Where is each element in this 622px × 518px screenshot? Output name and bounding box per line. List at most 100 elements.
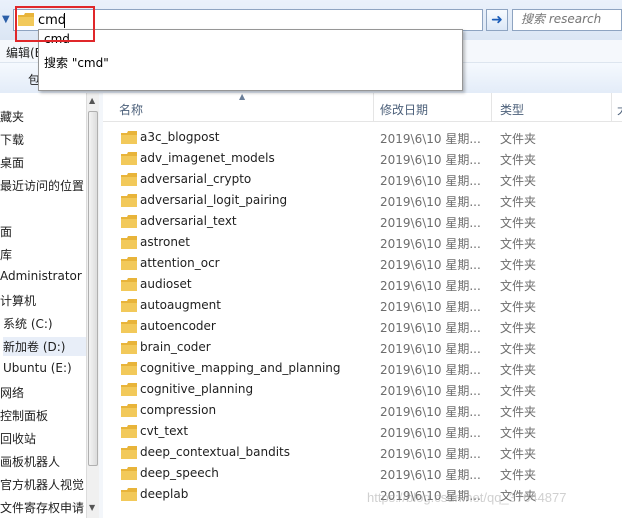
- sidebar-item-recycle-bin[interactable]: 回收站: [0, 430, 36, 447]
- history-dropdown-icon[interactable]: ▼: [2, 14, 12, 26]
- folder-icon: [121, 299, 137, 312]
- table-row[interactable]: brain_coder 2019\6\10 星期... 文件夹: [103, 337, 622, 358]
- table-row[interactable]: audioset 2019\6\10 星期... 文件夹: [103, 274, 622, 295]
- table-row[interactable]: compression 2019\6\10 星期... 文件夹: [103, 400, 622, 421]
- column-separator[interactable]: [491, 93, 492, 121]
- sidebar-item-network[interactable]: 网络: [0, 384, 24, 401]
- sidebar-item-drive-e[interactable]: Ubuntu (E:): [3, 361, 72, 375]
- column-date[interactable]: 修改日期: [380, 101, 428, 118]
- sidebar-item-favorites[interactable]: 藏夹: [0, 108, 24, 125]
- sidebar-item-computer[interactable]: 计算机: [0, 292, 36, 309]
- autocomplete-dropdown: cmd 搜索 "cmd": [38, 29, 463, 91]
- folder-icon: [121, 173, 137, 186]
- table-row[interactable]: adversarial_logit_pairing 2019\6\10 星期...…: [103, 190, 622, 211]
- file-type: 文件夹: [500, 405, 537, 419]
- sidebar-item-recent[interactable]: 最近访问的位置: [0, 177, 84, 194]
- table-row[interactable]: attention_ocr 2019\6\10 星期... 文件夹: [103, 253, 622, 274]
- file-name[interactable]: brain_coder: [140, 340, 211, 354]
- folder-icon: [121, 467, 137, 480]
- file-name[interactable]: a3c_blogpost: [140, 130, 219, 144]
- sidebar-item-downloads[interactable]: 下载: [0, 131, 24, 148]
- file-name[interactable]: audioset: [140, 277, 192, 291]
- table-row[interactable]: cognitive_planning 2019\6\10 星期... 文件夹: [103, 379, 622, 400]
- table-row[interactable]: autoaugment 2019\6\10 星期... 文件夹: [103, 295, 622, 316]
- file-name[interactable]: adversarial_text: [140, 214, 237, 228]
- sidebar-item-administrator[interactable]: Administrator: [0, 269, 82, 283]
- folder-icon: [121, 257, 137, 270]
- file-date: 2019\6\10 星期...: [380, 405, 481, 419]
- file-type: 文件夹: [500, 258, 537, 272]
- file-date: 2019\6\10 星期...: [380, 258, 481, 272]
- sidebar-item-drive-d[interactable]: 新加卷 (D:): [3, 337, 86, 356]
- scrollbar-thumb[interactable]: [88, 111, 98, 466]
- sidebar-item-file-application[interactable]: 文件寄存权申请: [0, 499, 84, 516]
- sidebar-item-drive-c[interactable]: 系统 (C:): [3, 315, 53, 332]
- go-button[interactable]: ➜: [486, 9, 508, 31]
- sidebar-item-robot-vision[interactable]: 官方机器人视觉: [0, 476, 84, 493]
- scroll-down-icon[interactable]: ▼: [89, 503, 95, 512]
- folder-icon: [121, 236, 137, 249]
- table-row[interactable]: deep_contextual_bandits 2019\6\10 星期... 文件…: [103, 442, 622, 463]
- file-type: 文件夹: [500, 237, 537, 251]
- table-row[interactable]: adversarial_text 2019\6\10 星期... 文件夹: [103, 211, 622, 232]
- file-name[interactable]: cognitive_planning: [140, 382, 253, 396]
- file-name[interactable]: cvt_text: [140, 424, 188, 438]
- column-separator[interactable]: [611, 93, 612, 121]
- file-date: 2019\6\10 星期...: [380, 300, 481, 314]
- highlight-box: [15, 6, 95, 42]
- table-row[interactable]: cvt_text 2019\6\10 星期... 文件夹: [103, 421, 622, 442]
- file-date: 2019\6\10 星期...: [380, 216, 481, 230]
- sidebar-item-drawing-robot[interactable]: 画板机器人: [0, 453, 60, 470]
- folder-icon: [121, 425, 137, 438]
- file-name[interactable]: attention_ocr: [140, 256, 220, 270]
- file-name[interactable]: compression: [140, 403, 216, 417]
- column-name[interactable]: 名称: [119, 101, 143, 118]
- sidebar-scrollbar[interactable]: ▲ ▼: [86, 93, 99, 518]
- table-row[interactable]: adv_imagenet_models 2019\6\10 星期... 文件夹: [103, 148, 622, 169]
- folder-icon: [121, 362, 137, 375]
- file-name[interactable]: deep_speech: [140, 466, 219, 480]
- file-name[interactable]: adversarial_logit_pairing: [140, 193, 287, 207]
- column-size[interactable]: 大: [617, 101, 622, 118]
- file-date: 2019\6\10 星期...: [380, 447, 481, 461]
- file-type: 文件夹: [500, 132, 537, 146]
- search-input[interactable]: [513, 10, 621, 28]
- file-type: 文件夹: [500, 363, 537, 377]
- file-name[interactable]: autoencoder: [140, 319, 216, 333]
- file-date: 2019\6\10 星期...: [380, 468, 481, 482]
- file-date: 2019\6\10 星期...: [380, 132, 481, 146]
- file-name[interactable]: adversarial_crypto: [140, 172, 251, 186]
- column-separator[interactable]: [373, 93, 374, 121]
- file-name[interactable]: deep_contextual_bandits: [140, 445, 290, 459]
- file-name[interactable]: cognitive_mapping_and_planning: [140, 361, 341, 375]
- table-row[interactable]: deep_speech 2019\6\10 星期... 文件夹: [103, 463, 622, 484]
- search-box[interactable]: [512, 9, 622, 31]
- file-type: 文件夹: [500, 321, 537, 335]
- sidebar-item-desktop-root[interactable]: 面: [0, 223, 12, 240]
- file-date: 2019\6\10 星期...: [380, 384, 481, 398]
- sidebar-item-libraries[interactable]: 库: [0, 246, 12, 263]
- folder-icon: [121, 152, 137, 165]
- file-date: 2019\6\10 星期...: [380, 321, 481, 335]
- file-name[interactable]: adv_imagenet_models: [140, 151, 275, 165]
- file-date: 2019\6\10 星期...: [380, 237, 481, 251]
- folder-icon: [121, 404, 137, 417]
- sidebar-item-control-panel[interactable]: 控制面板: [0, 407, 48, 424]
- file-type: 文件夹: [500, 174, 537, 188]
- column-type[interactable]: 类型: [500, 101, 524, 118]
- sidebar-item-desktop[interactable]: 桌面: [0, 154, 24, 171]
- folder-icon: [121, 341, 137, 354]
- file-type: 文件夹: [500, 342, 537, 356]
- table-row[interactable]: a3c_blogpost 2019\6\10 星期... 文件夹: [103, 127, 622, 148]
- file-type: 文件夹: [500, 195, 537, 209]
- file-name[interactable]: autoaugment: [140, 298, 221, 312]
- table-row[interactable]: cognitive_mapping_and_planning 2019\6\10 …: [103, 358, 622, 379]
- table-row[interactable]: autoencoder 2019\6\10 星期... 文件夹: [103, 316, 622, 337]
- scroll-up-icon[interactable]: ▲: [89, 96, 95, 105]
- autocomplete-search-item[interactable]: 搜索 "cmd": [44, 54, 109, 71]
- file-name[interactable]: deeplab: [140, 487, 188, 501]
- file-date: 2019\6\10 星期...: [380, 195, 481, 209]
- file-name[interactable]: astronet: [140, 235, 190, 249]
- table-row[interactable]: astronet 2019\6\10 星期... 文件夹: [103, 232, 622, 253]
- table-row[interactable]: adversarial_crypto 2019\6\10 星期... 文件夹: [103, 169, 622, 190]
